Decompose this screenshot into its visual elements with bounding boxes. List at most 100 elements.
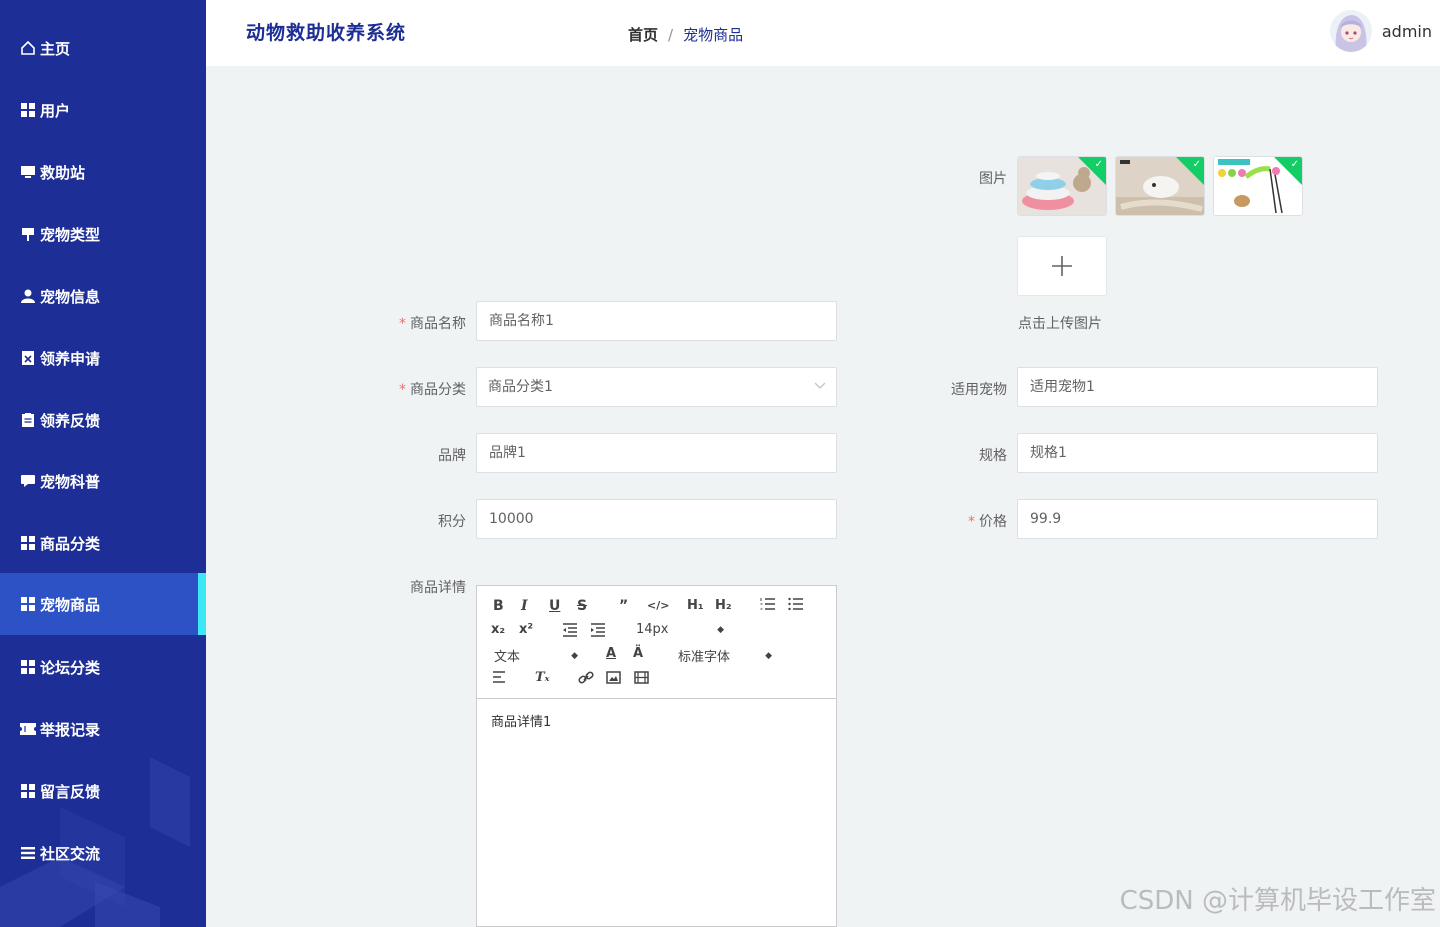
sidebar-item-adoption-feedback[interactable]: 领养反馈 [0, 389, 206, 451]
sidebar-item-pet-science[interactable]: 宠物科普 [0, 450, 206, 512]
sidebar-item-pet-products[interactable]: 宠物商品 [0, 573, 206, 635]
product-image-3[interactable]: ✓ [1213, 156, 1303, 216]
sidebar-item-label: 领养申请 [40, 349, 101, 368]
underline-icon[interactable]: U [549, 598, 560, 614]
font-size-select[interactable]: 14px ◆ [636, 622, 724, 637]
required-mark: * [399, 382, 406, 398]
strike-icon[interactable]: S [577, 598, 587, 614]
required-mark: * [968, 514, 975, 530]
code-icon[interactable]: </> [647, 599, 669, 612]
header1-icon[interactable]: H₁ [687, 598, 704, 613]
monitor-icon [20, 164, 36, 180]
home-icon [20, 40, 36, 56]
sidebar-item-label: 宠物信息 [40, 287, 101, 306]
indent-icon[interactable] [590, 623, 606, 637]
user-menu[interactable]: admin [1329, 10, 1432, 52]
name-label: * 商品名称 [399, 316, 466, 332]
bullet-list-icon[interactable] [788, 597, 804, 611]
sidebar-item-label: 留言反馈 [40, 782, 101, 801]
outdent-icon[interactable] [562, 623, 578, 637]
grid-icon [20, 535, 36, 551]
breadcrumb: 首页 / 宠物商品 [628, 24, 743, 45]
grid-icon [20, 596, 36, 612]
blockquote-icon[interactable]: ” [619, 598, 628, 614]
background-color-icon[interactable]: Ä [633, 646, 643, 661]
product-category-select[interactable]: 商品分类1 [476, 367, 837, 407]
check-icon: ✓ [1094, 159, 1103, 170]
video-icon[interactable] [634, 671, 649, 684]
chat-icon [20, 473, 36, 489]
sidebar-item-pet-info[interactable]: 宠物信息 [0, 265, 206, 327]
font-color-icon[interactable]: A [606, 646, 616, 661]
font-family-select[interactable]: 标准字体 ◆ [678, 646, 772, 665]
italic-icon[interactable]: I [521, 598, 528, 614]
sidebar: 主页 用户 救助站 宠物类型 宠物信息 领养申请 领养反馈 宠物科普 商品分类 … [0, 0, 206, 927]
align-left-icon[interactable] [492, 671, 508, 683]
product-name-input[interactable]: 商品名称1 [476, 301, 837, 341]
sidebar-item-community[interactable]: 社区交流 [0, 822, 206, 884]
link-icon[interactable] [578, 671, 594, 685]
editor-content[interactable]: 商品详情1 [477, 699, 836, 742]
sidebar-item-label: 宠物科普 [40, 472, 101, 491]
top-header: 动物救助收养系统 首页 / 宠物商品 admin [206, 0, 1440, 66]
sidebar-item-rescue-station[interactable]: 救助站 [0, 141, 206, 203]
upload-image-button[interactable] [1017, 236, 1107, 296]
updown-icon: ◆ [571, 650, 578, 661]
superscript-icon[interactable]: x² [519, 622, 533, 637]
check-icon: ✓ [1290, 159, 1299, 170]
sidebar-item-report-records[interactable]: 举报记录 [0, 698, 206, 760]
grid-icon [20, 659, 36, 675]
sidebar-item-pet-type[interactable]: 宠物类型 [0, 203, 206, 265]
sidebar-item-label: 商品分类 [40, 534, 101, 553]
sidebar-item-adoption-request[interactable]: 领养申请 [0, 327, 206, 389]
sidebar-item-user[interactable]: 用户 [0, 79, 206, 141]
plus-icon [1052, 256, 1072, 276]
check-icon: ✓ [1192, 159, 1201, 170]
list-icon [20, 845, 36, 861]
avatar[interactable] [1329, 10, 1372, 52]
editor-toolbar: B I U S ” </> H₁ H₂ x₂ x² 14px ◆ 文本 ◆ A Ä … [477, 586, 836, 699]
sidebar-item-label: 领养反馈 [40, 411, 101, 430]
ticket-icon [20, 721, 36, 737]
category-label: * 商品分类 [399, 382, 466, 398]
watermark: CSDN @计算机毕设工作室 [1119, 886, 1436, 916]
price-input[interactable]: 99.9 [1017, 499, 1378, 539]
subscript-icon[interactable]: x₂ [491, 622, 505, 637]
sidebar-item-forum-category[interactable]: 论坛分类 [0, 636, 206, 698]
breadcrumb-home[interactable]: 首页 [628, 24, 658, 45]
brand-label: 品牌 [438, 448, 466, 464]
product-image-1[interactable]: ✓ [1017, 156, 1107, 216]
sidebar-item-message-feedback[interactable]: 留言反馈 [0, 760, 206, 822]
grid-icon [20, 783, 36, 799]
brand-input[interactable]: 品牌1 [476, 433, 837, 473]
sidebar-item-product-category[interactable]: 商品分类 [0, 512, 206, 574]
suitable-pet-input[interactable]: 适用宠物1 [1017, 367, 1378, 407]
sidebar-item-label: 救助站 [40, 163, 86, 182]
spec-label: 规格 [979, 448, 1007, 464]
product-image-2[interactable]: ✓ [1115, 156, 1205, 216]
image-icon[interactable] [606, 671, 621, 684]
sidebar-item-home[interactable]: 主页 [0, 17, 206, 79]
sidebar-item-label: 举报记录 [40, 720, 101, 739]
grid-icon [20, 102, 36, 118]
sidebar-item-label: 宠物商品 [40, 595, 101, 614]
clear-format-icon[interactable]: Tₓ [535, 670, 550, 685]
header2-icon[interactable]: H₂ [715, 598, 732, 613]
username[interactable]: admin [1382, 22, 1432, 41]
updown-icon: ◆ [717, 624, 724, 635]
sidebar-item-label: 用户 [40, 101, 71, 120]
signpost-icon [20, 226, 36, 242]
breadcrumb-current: 宠物商品 [683, 26, 744, 44]
points-input[interactable]: 10000 [476, 499, 837, 539]
rich-text-editor: B I U S ” </> H₁ H₂ x₂ x² 14px ◆ 文本 ◆ A Ä … [476, 585, 837, 927]
required-mark: * [399, 316, 406, 332]
breadcrumb-separator: / [668, 25, 674, 44]
points-label: 积分 [438, 514, 466, 530]
font-size-value: 14px [636, 622, 669, 637]
ordered-list-icon[interactable] [760, 597, 776, 611]
font-family-value: 标准字体 [678, 650, 731, 665]
text-type-select[interactable]: 文本 ◆ [494, 646, 578, 665]
bold-icon[interactable]: B [493, 598, 504, 614]
sidebar-item-label: 论坛分类 [40, 658, 101, 677]
spec-input[interactable]: 规格1 [1017, 433, 1378, 473]
